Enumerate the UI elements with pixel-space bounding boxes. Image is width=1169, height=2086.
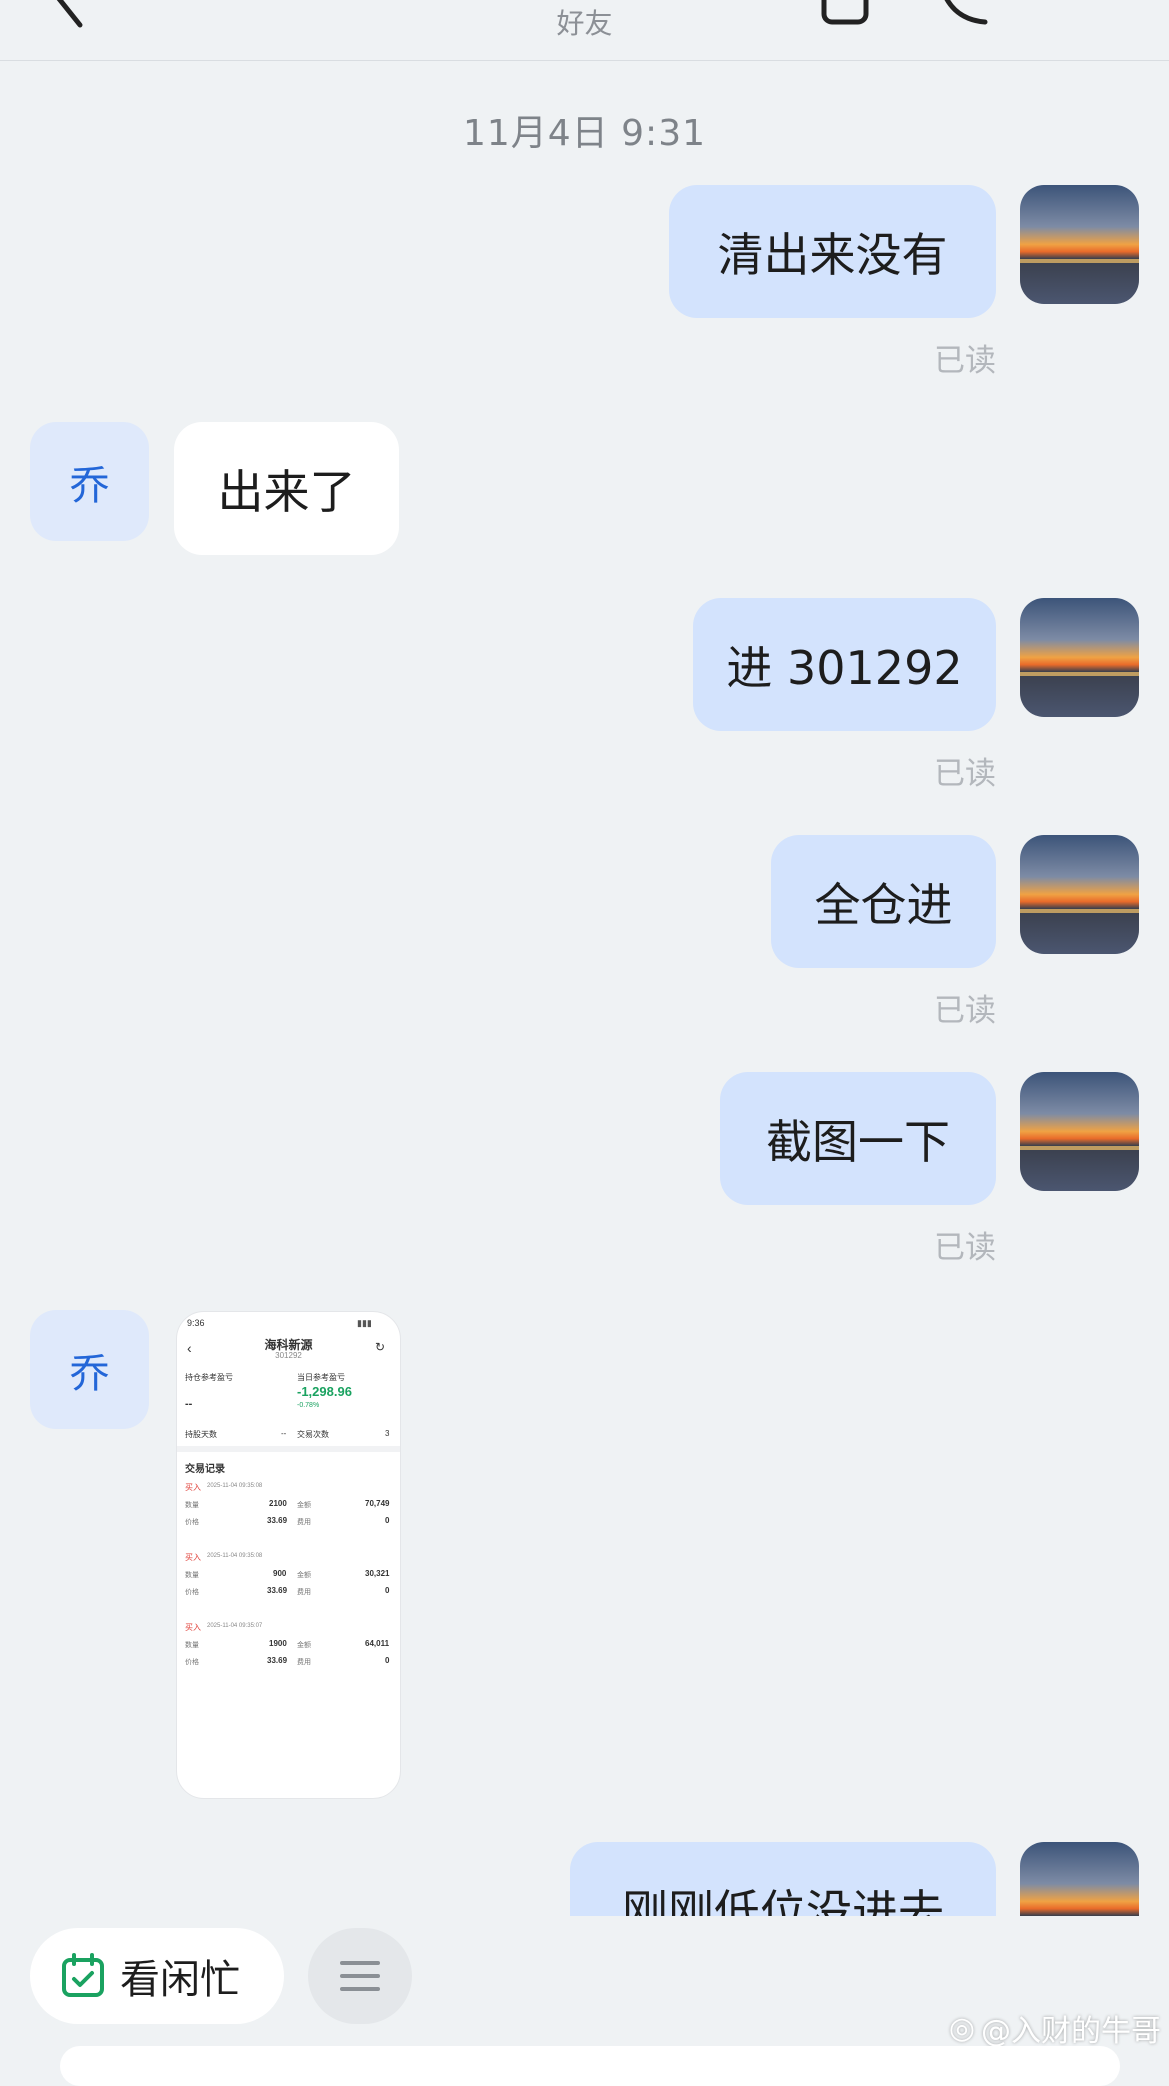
sunset-avatar-image: [1020, 1842, 1139, 1916]
phone-device-icon[interactable]: [820, 0, 870, 25]
my-avatar[interactable]: [1020, 185, 1139, 304]
message-bubble-incoming[interactable]: 出来了: [174, 422, 399, 555]
read-status: 已读: [934, 993, 996, 1029]
read-status: 已读: [934, 343, 996, 379]
read-status: 已读: [934, 756, 996, 792]
refresh-icon: ↻: [375, 1340, 386, 1354]
call-icon[interactable]: [935, 0, 995, 25]
sunset-avatar-image: [1020, 835, 1139, 954]
shot-record-type: 买入: [185, 1623, 201, 1632]
shot-status-time: 9:36: [187, 1318, 205, 1328]
shot-amount-label: 金额: [297, 1572, 311, 1579]
shot-record-qty: 900: [273, 1569, 287, 1578]
shot-fee-label: 费用: [297, 1519, 311, 1526]
hamburger-icon: [340, 1961, 380, 1991]
my-avatar[interactable]: [1020, 1072, 1139, 1191]
shot-record-price: 33.69: [267, 1656, 288, 1665]
sunset-avatar-image: [1020, 598, 1139, 717]
shot-record-fee: 0: [385, 1656, 390, 1665]
shot-record-time: 2025-11-04 09:35:07: [207, 1623, 263, 1629]
shot-days-value: --: [281, 1429, 287, 1438]
message-bubble-outgoing[interactable]: 截图一下: [720, 1072, 996, 1205]
message-timestamp: 11月4日 9:31: [463, 113, 706, 154]
shot-price-label: 价格: [185, 1659, 199, 1666]
shot-record-qty: 2100: [269, 1499, 287, 1508]
my-avatar[interactable]: [1020, 1842, 1139, 1916]
message-bubble-outgoing[interactable]: 刚刚低位没进去: [570, 1842, 996, 1916]
busy-status-button[interactable]: 看闲忙: [30, 1928, 284, 2024]
weibo-icon: ◎: [948, 2010, 975, 2046]
shot-fee-label: 费用: [297, 1589, 311, 1596]
shot-today-label: 当日参考盈亏: [297, 1373, 345, 1382]
shot-today-value: -1,298.96: [297, 1384, 352, 1399]
sunset-avatar-image: [1020, 185, 1139, 304]
shot-stock-code: 301292: [275, 1351, 302, 1360]
sunset-avatar-image: [1020, 1072, 1139, 1191]
battery-icon: ▮▮▮: [357, 1318, 372, 1328]
message-bubble-outgoing[interactable]: 全仓进: [771, 835, 996, 968]
shot-amount-label: 金额: [297, 1502, 311, 1509]
more-icon[interactable]: [1060, 0, 1120, 8]
calendar-check-icon: [62, 1953, 104, 1997]
shot-divider: [177, 1446, 400, 1452]
shot-hold-value: --: [185, 1398, 193, 1410]
menu-button[interactable]: [308, 1928, 412, 2024]
clipped-message-row: 刚刚低位没进去: [0, 1830, 1169, 1916]
my-avatar[interactable]: [1020, 598, 1139, 717]
my-avatar[interactable]: [1020, 835, 1139, 954]
message-bubble-outgoing[interactable]: 进 301292: [693, 598, 996, 731]
message-input-edge[interactable]: [60, 2046, 1120, 2086]
shot-count-value: 3: [385, 1429, 390, 1438]
shot-record-type: 买入: [185, 1553, 201, 1562]
shot-fee-label: 费用: [297, 1659, 311, 1666]
shot-record-fee: 0: [385, 1586, 390, 1595]
shot-record-amount: 64,011: [365, 1639, 390, 1648]
shot-record-price: 33.69: [267, 1586, 288, 1595]
shot-price-label: 价格: [185, 1589, 199, 1596]
shot-record-amount: 30,321: [365, 1569, 390, 1578]
contact-avatar[interactable]: 乔: [30, 1310, 149, 1429]
read-status: 已读: [934, 1230, 996, 1266]
shot-records-title: 交易记录: [185, 1464, 225, 1475]
chat-header: 好友: [0, 0, 1169, 61]
shot-record-time: 2025-11-04 09:35:08: [207, 1483, 263, 1489]
shot-today-pct: -0.78%: [297, 1402, 320, 1409]
shot-record-price: 33.69: [267, 1516, 288, 1525]
busy-status-label: 看闲忙: [120, 1957, 240, 2003]
shot-qty-label: 数量: [185, 1502, 199, 1509]
shot-qty-label: 数量: [185, 1572, 199, 1579]
watermark: ◎ @入财的牛哥: [949, 2006, 1161, 2050]
shot-days-label: 持股天数: [185, 1430, 217, 1439]
shot-record-time: 2025-11-04 09:35:08: [207, 1553, 263, 1559]
contact-avatar[interactable]: 乔: [30, 422, 149, 541]
shot-hold-label: 持仓参考盈亏: [185, 1373, 233, 1382]
shot-count-label: 交易次数: [297, 1430, 329, 1439]
watermark-text: @入财的牛哥: [981, 2014, 1161, 2049]
shot-qty-label: 数量: [185, 1642, 199, 1649]
shot-amount-label: 金额: [297, 1642, 311, 1649]
shot-price-label: 价格: [185, 1519, 199, 1526]
shot-record-type: 买入: [185, 1483, 201, 1492]
message-bubble-outgoing[interactable]: 清出来没有: [669, 185, 996, 318]
shot-record-fee: 0: [385, 1516, 390, 1525]
trade-screenshot-image[interactable]: 9:36 ▮▮▮ ‹ 海科新源 301292 ↻ 持仓参考盈亏 -- 当日参考盈…: [176, 1311, 401, 1799]
bottom-toolbar: 看闲忙 ◎ @入财的牛哥: [0, 1916, 1169, 2058]
shot-record-amount: 70,749: [365, 1499, 390, 1508]
shot-record-qty: 1900: [269, 1639, 287, 1648]
